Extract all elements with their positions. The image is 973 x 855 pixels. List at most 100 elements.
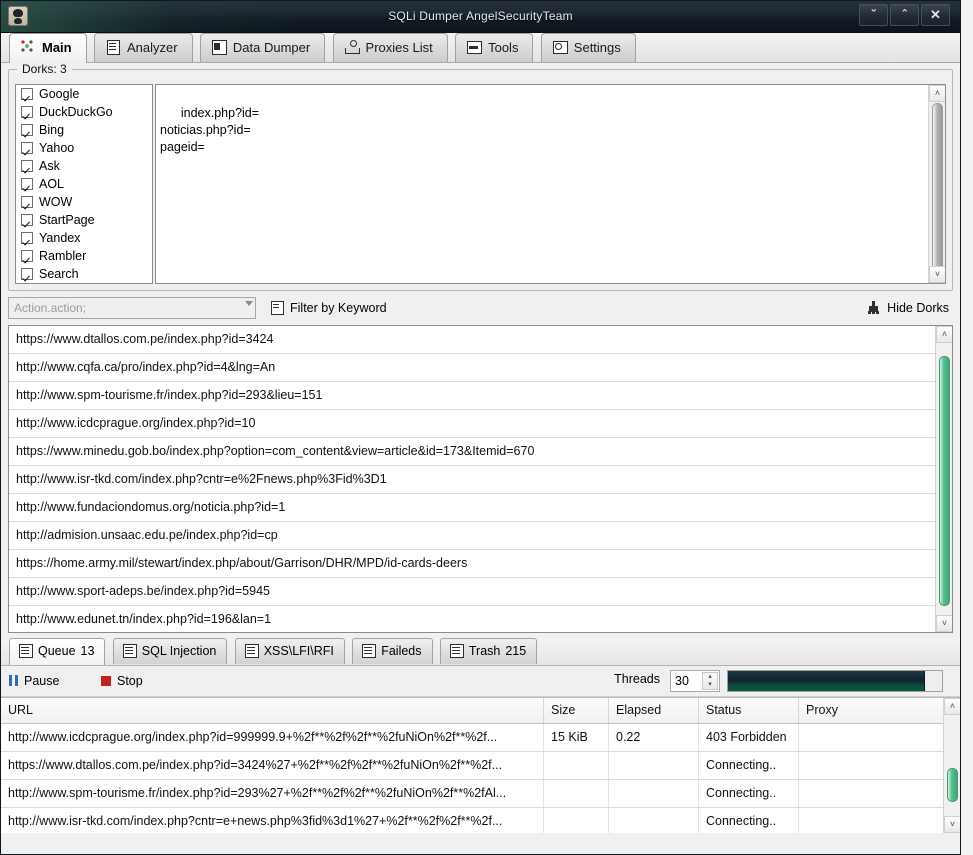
tab-analyzer[interactable]: Analyzer [93, 33, 193, 62]
table-scrollbar[interactable]: ˄ ˅ [943, 698, 960, 833]
close-button[interactable]: ✕ [921, 4, 950, 26]
checkbox-startpage[interactable] [21, 214, 33, 226]
maximize-button[interactable]: ˆ [890, 4, 919, 26]
column-header-proxy[interactable]: Proxy [799, 698, 943, 723]
list-item[interactable]: http://www.icdcprague.org/index.php?id=1… [9, 410, 935, 438]
engine-item-startpage[interactable]: StartPage [16, 211, 152, 229]
action-combobox[interactable]: Action.action; [8, 297, 256, 319]
tab-settings-label: Settings [573, 40, 621, 55]
list-item[interactable]: http://www.fundaciondomus.org/noticia.ph… [9, 494, 935, 522]
filter-by-keyword-button[interactable]: Filter by Keyword [270, 298, 387, 318]
scroll-down-icon[interactable]: ˅ [944, 816, 960, 833]
table-row[interactable]: http://www.isr-tkd.com/index.php?cntr=e+… [1, 808, 960, 833]
tab-sql-injection[interactable]: SQL Injection [112, 638, 228, 664]
checkbox-yandex[interactable] [21, 232, 33, 244]
scan-control-bar: Pause Stop Threads 30 ▴ ▾ [1, 666, 960, 697]
list-item[interactable]: http://www.cqfa.ca/pro/index.php?id=4&ln… [9, 354, 935, 382]
engine-item-yandex[interactable]: Yandex [16, 229, 152, 247]
column-header-url[interactable]: URL [1, 698, 544, 723]
tab-proxies-list[interactable]: Proxies List [332, 33, 448, 62]
stop-button[interactable]: Stop [101, 671, 143, 691]
table-row[interactable]: http://www.icdcprague.org/index.php?id=9… [1, 724, 960, 752]
tab-tools[interactable]: Tools [455, 33, 534, 62]
filter-label: Filter by Keyword [290, 301, 387, 315]
list-item[interactable]: http://www.isr-tkd.com/index.php?cntr=e%… [9, 466, 935, 494]
list-item[interactable]: https://www.dtallos.com.pe/index.php?id=… [9, 326, 935, 354]
checkbox-search[interactable] [21, 268, 33, 280]
tab-main[interactable]: Main [9, 33, 87, 63]
checkbox-ask[interactable] [21, 160, 33, 172]
checkbox-yahoo[interactable] [21, 142, 33, 154]
column-header-size[interactable]: Size [544, 698, 609, 723]
chevron-down-icon[interactable] [245, 301, 253, 306]
engine-item-rambler[interactable]: Rambler [16, 247, 152, 265]
engine-item-ask[interactable]: Ask [16, 157, 152, 175]
engine-item-google[interactable]: Google [16, 85, 152, 103]
search-engine-checklist[interactable]: Google DuckDuckGo Bing Yahoo Ask AOL WOW… [15, 84, 153, 284]
checkbox-wow[interactable] [21, 196, 33, 208]
failed-icon [361, 644, 377, 658]
threads-stepper[interactable]: 30 ▴ ▾ [670, 670, 720, 692]
tab-analyzer-label: Analyzer [126, 40, 178, 55]
engine-item-duckduckgo[interactable]: DuckDuckGo [16, 103, 152, 121]
list-item[interactable]: https://home.army.mil/stewart/index.php/… [9, 550, 935, 578]
list-item[interactable]: http://www.sport-adeps.be/index.php?id=5… [9, 578, 935, 606]
dorks-scrollbar[interactable]: ˄ ˅ [928, 85, 945, 283]
column-header-status[interactable]: Status [699, 698, 799, 723]
action-input[interactable]: Action.action; [9, 298, 237, 318]
engine-item-yahoo[interactable]: Yahoo [16, 139, 152, 157]
checkbox-duckduckgo[interactable] [21, 106, 33, 118]
tab-data-dumper[interactable]: Data Dumper [199, 33, 326, 62]
scroll-up-icon[interactable]: ˄ [936, 326, 952, 343]
document-analyze-icon [105, 40, 121, 55]
engine-label: Yahoo [39, 141, 75, 155]
cell-url: http://www.icdcprague.org/index.php?id=9… [1, 724, 544, 751]
engine-item-wow[interactable]: WOW [16, 193, 152, 211]
cell-proxy [799, 724, 943, 751]
column-header-elapsed[interactable]: Elapsed [609, 698, 699, 723]
list-item[interactable]: http://www.spm-tourisme.fr/index.php?id=… [9, 382, 935, 410]
tab-settings[interactable]: Settings [540, 33, 636, 62]
dorks-textarea[interactable]: index.php?id= noticias.php?id= pageid= ˄… [155, 84, 946, 284]
trash-icon [449, 644, 464, 658]
checkbox-google[interactable] [21, 88, 33, 100]
scroll-up-icon[interactable]: ˄ [944, 698, 960, 715]
scrollbar-thumb[interactable] [939, 356, 950, 606]
tab-faileds[interactable]: Faileds [352, 638, 433, 664]
cell-url: https://www.dtallos.com.pe/index.php?id=… [1, 752, 544, 779]
tab-queue[interactable]: Queue 13 [9, 638, 106, 665]
spinner-updown-icon[interactable]: ▴ ▾ [702, 672, 718, 690]
minimize-button[interactable]: ˇ [859, 4, 888, 26]
list-item[interactable]: https://www.minedu.gob.bo/index.php?opti… [9, 438, 935, 466]
url-results-list[interactable]: https://www.dtallos.com.pe/index.php?id=… [8, 325, 953, 633]
url-list-scrollbar[interactable]: ˄ ˅ [935, 326, 952, 632]
engine-item-bing[interactable]: Bing [16, 121, 152, 139]
scan-progress-bar [727, 670, 943, 692]
table-row[interactable]: https://www.dtallos.com.pe/index.php?id=… [1, 752, 960, 780]
application-window: SQLi Dumper AngelSecurityTeam ˇ ˆ ✕ Main… [0, 0, 961, 855]
checkbox-aol[interactable] [21, 178, 33, 190]
scrollbar-thumb[interactable] [947, 768, 958, 802]
table-row[interactable]: http://www.spm-tourisme.fr/index.php?id=… [1, 780, 960, 808]
tab-xss-lfi-rfi[interactable]: XSS\LFI\RFI [234, 638, 345, 664]
threads-value[interactable]: 30 [675, 671, 689, 691]
engine-label: AOL [39, 177, 65, 191]
pause-button[interactable]: Pause [9, 671, 59, 691]
title-bar[interactable]: SQLi Dumper AngelSecurityTeam ˇ ˆ ✕ [1, 1, 960, 33]
engine-item-search[interactable]: Search [16, 265, 152, 283]
scroll-down-icon[interactable]: ˅ [936, 615, 952, 632]
scroll-up-icon[interactable]: ˄ [929, 85, 945, 102]
tab-trash[interactable]: Trash 215 [439, 638, 538, 664]
hide-dorks-button[interactable]: Hide Dorks [867, 298, 949, 318]
scrollbar-thumb[interactable] [932, 103, 943, 283]
scroll-down-icon[interactable]: ˅ [929, 266, 945, 283]
checkbox-rambler[interactable] [21, 250, 33, 262]
checkbox-bing[interactable] [21, 124, 33, 136]
list-item[interactable]: http://www.edunet.tn/index.php?id=196&la… [9, 606, 935, 632]
xss-script-icon [244, 644, 259, 658]
engine-item-aol[interactable]: AOL [16, 175, 152, 193]
list-item[interactable]: http://admision.unsaac.edu.pe/index.php?… [9, 522, 935, 550]
cell-size: 15 KiB [544, 724, 609, 751]
tab-tools-label: Tools [488, 40, 519, 55]
engine-label: Rambler [39, 249, 87, 263]
